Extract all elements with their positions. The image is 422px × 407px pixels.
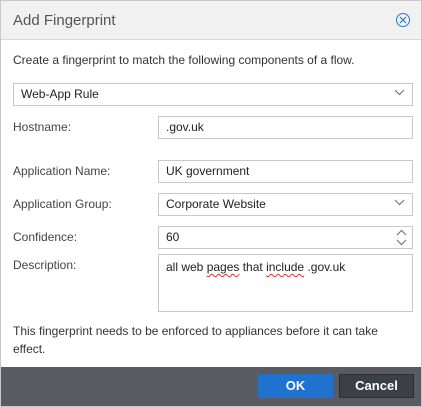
rule-type-select[interactable]: Web-App Rule <box>13 83 413 106</box>
hostname-label: Hostname: <box>13 120 72 134</box>
chevron-down-icon <box>394 89 405 96</box>
chevron-down-icon <box>394 199 405 206</box>
app-name-value: UK government <box>166 164 250 178</box>
ok-button[interactable]: OK <box>258 374 333 398</box>
app-group-value: Corporate Website <box>166 197 266 211</box>
dialog-title: Add Fingerprint <box>13 12 116 29</box>
spinner-arrows-icon[interactable] <box>396 229 407 246</box>
app-name-label: Application Name: <box>13 164 111 178</box>
description-value: all web pages that include .gov.uk <box>166 260 346 274</box>
close-icon[interactable] <box>396 13 410 27</box>
dialog-header: Add Fingerprint <box>1 1 421 40</box>
dialog-footer: OK Cancel <box>1 367 421 406</box>
hostname-input[interactable]: .gov.uk <box>158 116 413 139</box>
confidence-value: 60 <box>166 230 180 244</box>
rule-type-value: Web-App Rule <box>21 87 99 101</box>
app-group-label: Application Group: <box>13 197 112 211</box>
confidence-label: Confidence: <box>13 230 78 244</box>
enforcement-note: This fingerprint needs to be enforced to… <box>13 324 378 356</box>
description-label: Description: <box>13 258 77 272</box>
intro-text: Create a fingerprint to match the follow… <box>13 53 355 67</box>
confidence-stepper[interactable]: 60 <box>158 226 413 249</box>
app-name-input[interactable]: UK government <box>158 160 413 183</box>
hostname-value: .gov.uk <box>166 120 204 134</box>
add-fingerprint-dialog: Add Fingerprint Create a fingerprint to … <box>0 0 422 407</box>
cancel-button[interactable]: Cancel <box>339 374 414 398</box>
app-group-select[interactable]: Corporate Website <box>158 193 413 216</box>
